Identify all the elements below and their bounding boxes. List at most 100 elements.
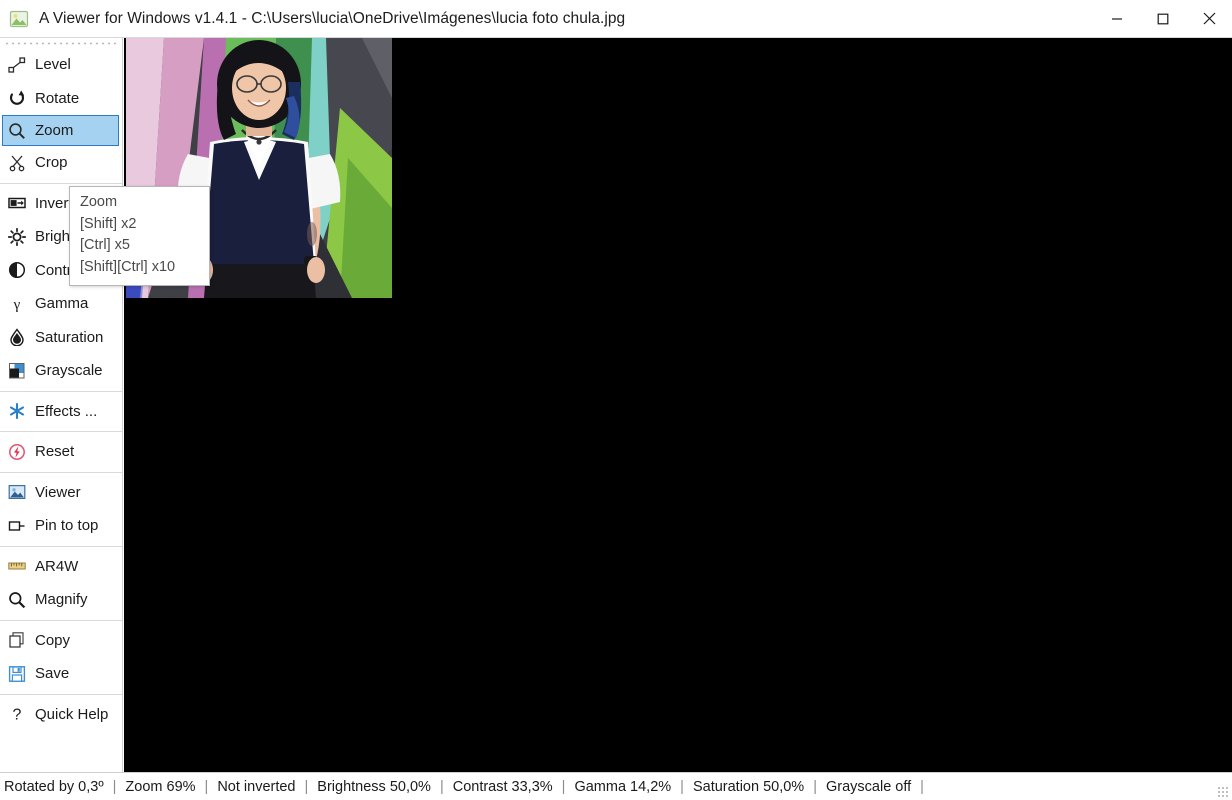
sidebar-item-reset[interactable]: Reset: [0, 435, 122, 469]
pin-icon: [6, 515, 28, 537]
rotate-icon: [6, 87, 28, 109]
invert-icon: [6, 192, 28, 214]
resize-grip[interactable]: [1216, 785, 1229, 798]
asterisk-icon: [6, 400, 28, 422]
tooltip-shortcut-shift: [Shift] x2: [80, 215, 137, 232]
copy-icon: [6, 629, 28, 651]
sidebar-item-label: Save: [35, 665, 70, 683]
sidebar-separator: [0, 545, 122, 547]
sidebar-item-label: Viewer: [35, 483, 81, 501]
sidebar-item-label: Rotate: [35, 89, 80, 107]
magnifier-icon: [6, 589, 28, 611]
sidebar-item-label: Reset: [35, 443, 75, 461]
sidebar-item-zoom[interactable]: Zoom: [2, 115, 119, 146]
sun-icon: [6, 226, 28, 248]
sidebar-separator: [0, 431, 122, 432]
sidebar-separator: [0, 471, 122, 473]
sidebar-group-effects: Effects ...: [0, 395, 122, 429]
sidebar-item-label: Effects ...: [35, 402, 98, 420]
tooltip-shortcut-ctrl: [Ctrl] x5: [80, 237, 130, 253]
zoom-tooltip: Zoom [Shift] x2 [Ctrl] x5 [Shift][Ctrl] …: [69, 186, 210, 286]
window-title: A Viewer for Windows v1.4.1 - C:\Users\l…: [39, 9, 626, 27]
status-contrast: Contrast 33,3%: [452, 778, 553, 795]
status-separator: |: [561, 778, 566, 795]
status-separator: |: [813, 778, 817, 795]
tooltip-shortcut-shift-ctrl: [Shift][Ctrl] x10: [80, 258, 176, 275]
tooltip-title: Zoom: [80, 194, 118, 210]
sidebar-item-label: Level: [35, 56, 71, 74]
status-inverted: Not inverted: [217, 778, 296, 795]
sidebar-item-label: Gamma: [35, 295, 89, 313]
image-canvas[interactable]: [124, 38, 1232, 772]
sidebar-item-viewer[interactable]: Viewer: [0, 476, 122, 510]
sidebar-item-save[interactable]: Save: [0, 657, 122, 691]
level-icon: [6, 54, 28, 76]
gamma-icon: γ: [6, 293, 28, 315]
sidebar-item-label: Grayscale: [35, 362, 103, 380]
close-button[interactable]: [1186, 0, 1232, 37]
picture-icon: [9, 9, 29, 29]
contrast-icon: [6, 259, 28, 281]
svg-text:γ: γ: [13, 297, 21, 313]
sidebar-item-grayscale[interactable]: Grayscale: [0, 354, 122, 388]
window-controls: [1094, 0, 1232, 37]
grip-dots-icon: [4, 41, 116, 45]
sidebar-item-pin-to-top[interactable]: Pin to top: [0, 509, 122, 543]
status-separator: |: [920, 778, 924, 795]
ruler-icon: [6, 555, 28, 577]
svg-text:?: ?: [13, 707, 22, 724]
status-separator: |: [680, 778, 684, 795]
magnifier-icon: [6, 120, 28, 142]
sidebar-item-label: Invert: [35, 194, 73, 212]
sidebar-separator: [0, 390, 122, 392]
sidebar-group-file: Copy Save: [0, 624, 122, 691]
sidebar-item-label: Zoom: [35, 122, 74, 139]
floppy-icon: [6, 663, 28, 685]
sidebar-item-rotate[interactable]: Rotate: [0, 82, 122, 116]
status-grayscale: Grayscale off: [825, 778, 912, 795]
status-separator: |: [204, 778, 209, 795]
maximize-button[interactable]: [1140, 0, 1186, 37]
sidebar-item-label: Copy: [35, 631, 71, 649]
grayscale-icon: [6, 360, 28, 382]
status-separator: |: [439, 778, 444, 795]
scissors-icon: [6, 152, 28, 174]
status-brightness: Brightness 50,0%: [317, 778, 431, 795]
status-rotation: Rotated by 0,3º: [4, 778, 104, 795]
sidebar-separator: [0, 619, 122, 621]
sidebar-group-tools: AR4W Magnify: [0, 550, 122, 617]
sidebar-item-label: Magnify: [35, 591, 88, 609]
status-bar: Rotated by 0,3º | Zoom 69% | Not inverte…: [0, 772, 1232, 800]
status-zoom: Zoom 69%: [125, 778, 196, 795]
sidebar-separator: [0, 182, 122, 184]
app-window: A Viewer for Windows v1.4.1 - C:\Users\l…: [0, 0, 1232, 800]
sidebar-item-saturation[interactable]: Saturation: [0, 321, 122, 355]
sidebar-group-view: Viewer Pin to top: [0, 476, 122, 543]
sidebar-drag-handle[interactable]: [0, 38, 122, 48]
sidebar-item-label: Pin to top: [35, 517, 99, 535]
viewer-icon: [6, 481, 28, 503]
sidebar-item-effects[interactable]: Effects ...: [0, 395, 122, 429]
title-bar: A Viewer for Windows v1.4.1 - C:\Users\l…: [0, 0, 1232, 38]
tool-sidebar: Level Rotate Zoom Crop Invert Contrast γ…: [0, 38, 123, 772]
sidebar-separator: [0, 693, 122, 695]
sidebar-group-transform: Level Rotate Zoom Crop: [0, 48, 122, 180]
status-saturation: Saturation 50,0%: [692, 778, 805, 795]
question-icon: ?: [6, 703, 28, 725]
sidebar-item-gamma[interactable]: γ Gamma: [0, 287, 122, 321]
sidebar-item-crop[interactable]: Crop: [0, 146, 122, 180]
sidebar-item-ar4w[interactable]: AR4W: [0, 550, 122, 584]
sidebar-item-label: Quick Help: [35, 705, 109, 723]
status-separator: |: [304, 778, 309, 795]
sidebar-item-quick-help[interactable]: ? Quick Help: [0, 698, 122, 732]
sidebar-group-reset: Reset: [0, 435, 122, 469]
status-separator: |: [112, 778, 117, 795]
reset-icon: [6, 441, 28, 463]
sidebar-item-copy[interactable]: Copy: [0, 624, 122, 658]
droplet-icon: [6, 326, 28, 348]
sidebar-item-label: Crop: [35, 154, 68, 172]
sidebar-group-help: ? Quick Help: [0, 698, 122, 732]
minimize-button[interactable]: [1094, 0, 1140, 37]
sidebar-item-magnify[interactable]: Magnify: [0, 583, 122, 617]
sidebar-item-level[interactable]: Level: [0, 48, 122, 82]
